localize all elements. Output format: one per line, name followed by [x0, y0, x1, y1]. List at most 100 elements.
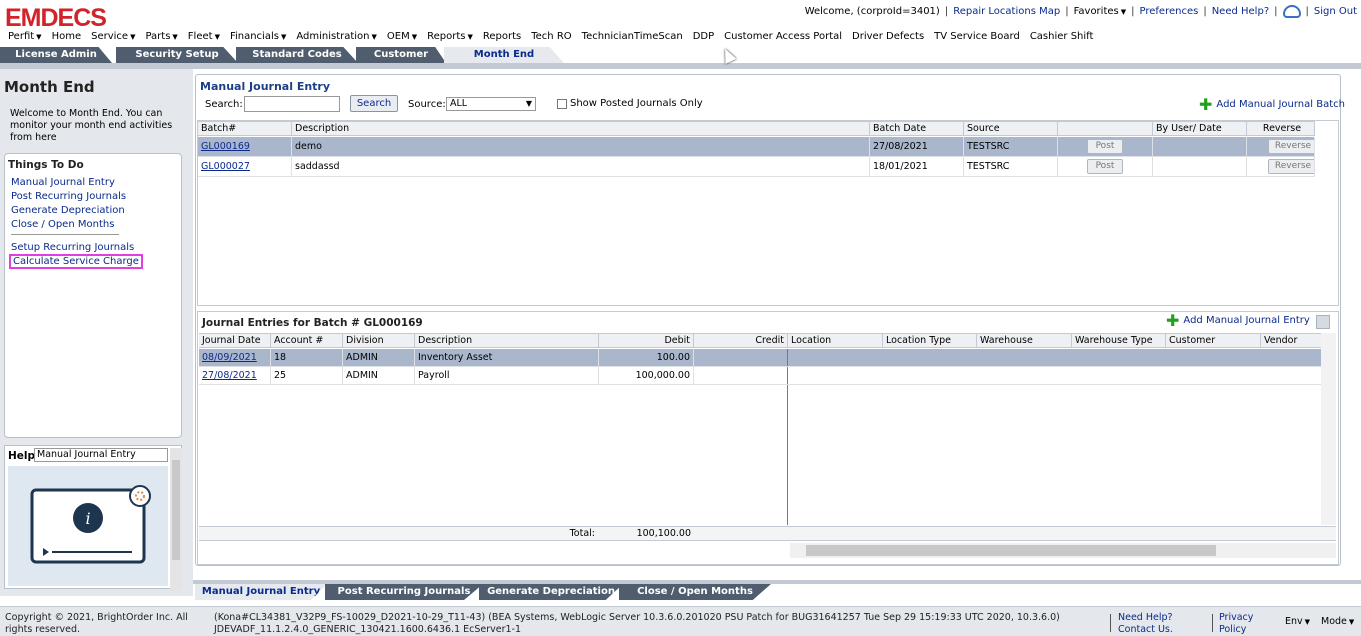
menu-item-tech-ro[interactable]: Tech RO: [531, 31, 571, 42]
col-division[interactable]: Division: [343, 334, 415, 348]
menu-item-driver-defects[interactable]: Driver Defects: [852, 31, 924, 42]
btab-generate-depreciation[interactable]: Generate Depreciation: [479, 584, 623, 600]
menu-item-reports[interactable]: Reports ▼: [427, 31, 473, 42]
menu-item-administration[interactable]: Administration ▼: [296, 31, 377, 42]
menu-item-service[interactable]: Service ▼: [91, 31, 135, 42]
add-manual-journal-batch-button[interactable]: ✚ Add Manual Journal Batch: [1199, 96, 1345, 112]
col-description[interactable]: Description: [415, 334, 599, 348]
todo-calculate-service-charge[interactable]: Calculate Service Charge: [9, 254, 143, 269]
todo-post-recurring-journals[interactable]: Post Recurring Journals: [11, 191, 126, 202]
todo-setup-recurring-journals[interactable]: Setup Recurring Journals: [11, 242, 134, 253]
todo-manual-journal-entry[interactable]: Manual Journal Entry: [11, 177, 115, 188]
need-help-contact-link[interactable]: Need Help? Contact Us.: [1118, 612, 1212, 636]
menu-item-tv-service-board[interactable]: TV Service Board: [934, 31, 1020, 42]
menu-item-reports[interactable]: Reports: [483, 31, 521, 42]
source-select[interactable]: ALL ▼: [446, 97, 536, 111]
menu-item-fleet[interactable]: Fleet ▼: [188, 31, 220, 42]
btab-close-open-months[interactable]: Close / Open Months: [619, 584, 771, 600]
col-description[interactable]: Description: [292, 122, 870, 136]
reverse-button[interactable]: Reverse: [1268, 139, 1314, 154]
col-warehouse[interactable]: Warehouse: [977, 334, 1072, 348]
col-debit[interactable]: Debit: [599, 334, 694, 348]
col-location-type[interactable]: Location Type: [883, 334, 977, 348]
tab-standard-codes[interactable]: Standard Codes: [236, 47, 358, 63]
col-post: [1058, 122, 1153, 136]
table-row[interactable]: 08/09/2021 18 ADMIN Inventory Asset 100.…: [199, 349, 1336, 367]
col-customer[interactable]: Customer: [1166, 334, 1261, 348]
help-video-thumbnail[interactable]: i: [8, 466, 168, 586]
batch-user: [1153, 137, 1247, 156]
reverse-button[interactable]: Reverse: [1268, 159, 1314, 174]
tab-month-end[interactable]: Month End: [444, 47, 564, 63]
col-journal-date[interactable]: Journal Date: [199, 334, 271, 348]
post-button[interactable]: Post: [1087, 159, 1123, 174]
batch-link[interactable]: GL000027: [201, 161, 250, 172]
col-batch-date[interactable]: Batch Date: [870, 122, 964, 136]
table-row[interactable]: GL000169 demo 27/08/2021 TESTSRC Post Re…: [198, 137, 1315, 157]
menu-item-ddp[interactable]: DDP: [693, 31, 714, 42]
mode-menu[interactable]: Mode ▼: [1321, 616, 1354, 627]
col-location[interactable]: Location: [788, 334, 883, 348]
credit-cell[interactable]: [694, 367, 788, 384]
repair-locations-map-link[interactable]: Repair Locations Map: [953, 6, 1060, 17]
preferences-link[interactable]: Preferences: [1140, 6, 1199, 17]
todo-generate-depreciation[interactable]: Generate Depreciation: [11, 205, 125, 216]
todo-close-open-months[interactable]: Close / Open Months: [11, 219, 114, 230]
menu-item-cashier-shift[interactable]: Cashier Shift: [1030, 31, 1094, 42]
user-avatar-icon[interactable]: [1282, 5, 1301, 18]
je-horizontal-scroll-thumb[interactable]: [806, 545, 1216, 556]
chevron-down-icon: ▼: [525, 99, 532, 108]
chevron-down-icon: ▼: [411, 33, 418, 41]
search-button[interactable]: Search: [350, 95, 398, 112]
col-warehouse-type[interactable]: Warehouse Type: [1072, 334, 1166, 348]
col-credit[interactable]: Credit: [694, 334, 788, 348]
menu-item-techniciantimescan[interactable]: TechnicianTimeScan: [582, 31, 683, 42]
col-account[interactable]: Account #: [271, 334, 343, 348]
need-help-link[interactable]: Need Help?: [1212, 6, 1269, 17]
col-source[interactable]: Source: [964, 122, 1058, 136]
tab-security-setup[interactable]: Security Setup: [116, 47, 238, 63]
journal-date-link[interactable]: 27/08/2021: [202, 370, 257, 381]
bottom-tabs: Manual Journal Entry Post Recurring Jour…: [195, 584, 795, 600]
menu-item-oem[interactable]: OEM ▼: [387, 31, 417, 42]
tab-license-admin[interactable]: License Admin: [0, 47, 112, 63]
je-vertical-scrollbar[interactable]: [1321, 333, 1336, 525]
col-by-user-date[interactable]: By User/ Date: [1153, 122, 1247, 136]
col-reverse[interactable]: Reverse: [1247, 122, 1315, 136]
credit-cell[interactable]: [694, 349, 788, 366]
svg-text:i: i: [85, 509, 90, 528]
btab-post-recurring-journals[interactable]: Post Recurring Journals: [325, 584, 483, 600]
help-topic-field[interactable]: Manual Journal Entry: [34, 448, 168, 462]
menu-item-customer-access-portal[interactable]: Customer Access Portal: [724, 31, 842, 42]
total-debit: 100,100.00: [636, 528, 691, 539]
menu-item-home[interactable]: Home: [52, 31, 82, 42]
tab-customer[interactable]: Customer: [356, 47, 446, 63]
journal-date-link[interactable]: 08/09/2021: [202, 352, 257, 363]
trash-icon[interactable]: [1316, 315, 1330, 329]
menu-item-parts[interactable]: Parts ▼: [145, 31, 177, 42]
env-menu[interactable]: Env ▼: [1285, 616, 1310, 627]
add-manual-journal-entry-button[interactable]: ✚ Add Manual Journal Entry: [1166, 312, 1310, 328]
table-row[interactable]: GL000027 saddassd 18/01/2021 TESTSRC Pos…: [198, 157, 1315, 177]
show-posted-checkbox[interactable]: [557, 99, 567, 109]
table-row[interactable]: 27/08/2021 25 ADMIN Payroll 100,000.00: [199, 367, 1336, 385]
post-button[interactable]: Post: [1087, 139, 1123, 154]
source-label: Source:: [408, 99, 446, 110]
search-input[interactable]: [244, 96, 340, 112]
menu-item-financials[interactable]: Financials ▼: [230, 31, 286, 42]
batch-source: TESTSRC: [964, 157, 1058, 176]
copyright-text: Copyright © 2021, BrightOrder Inc. All r…: [5, 612, 188, 635]
footer-divider: [1110, 614, 1111, 632]
btab-manual-journal-entry[interactable]: Manual Journal Entry: [195, 584, 327, 600]
help-scroll-thumb[interactable]: [172, 460, 180, 560]
favorites-menu[interactable]: Favorites ▼: [1074, 6, 1127, 17]
batch-date: 27/08/2021: [870, 137, 964, 156]
menu-item-perfit[interactable]: Perfit ▼: [8, 31, 42, 42]
batch-table: Batch# Description Batch Date Source By …: [197, 120, 1339, 306]
manual-journal-entry-title: Manual Journal Entry: [200, 80, 331, 93]
batch-link[interactable]: GL000169: [201, 141, 250, 152]
privacy-policy-link[interactable]: Privacy Policy: [1219, 612, 1269, 636]
things-to-do-title: Things To Do: [8, 159, 84, 171]
col-batch[interactable]: Batch#: [198, 122, 292, 136]
sign-out-link[interactable]: Sign Out: [1314, 6, 1357, 17]
